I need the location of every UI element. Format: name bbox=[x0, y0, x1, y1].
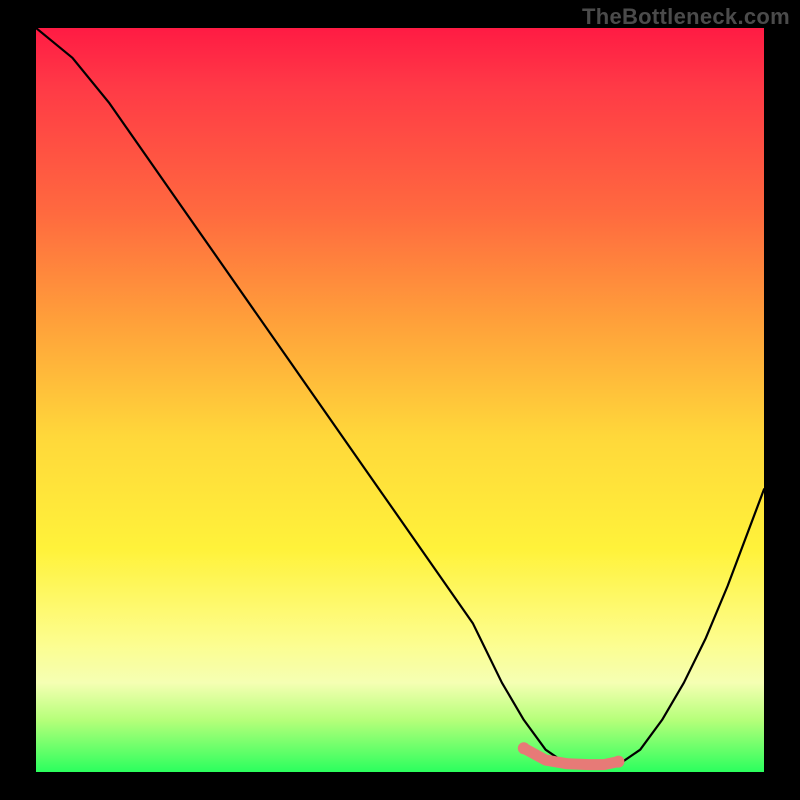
curve-layer bbox=[36, 28, 764, 772]
min-band-start-dot bbox=[518, 742, 530, 754]
bottleneck-curve bbox=[36, 28, 764, 768]
watermark-text: TheBottleneck.com bbox=[582, 4, 790, 30]
plot-area bbox=[36, 28, 764, 772]
min-band-highlight bbox=[524, 748, 619, 764]
chart-frame: TheBottleneck.com bbox=[0, 0, 800, 800]
min-band-end-dot bbox=[612, 756, 624, 768]
